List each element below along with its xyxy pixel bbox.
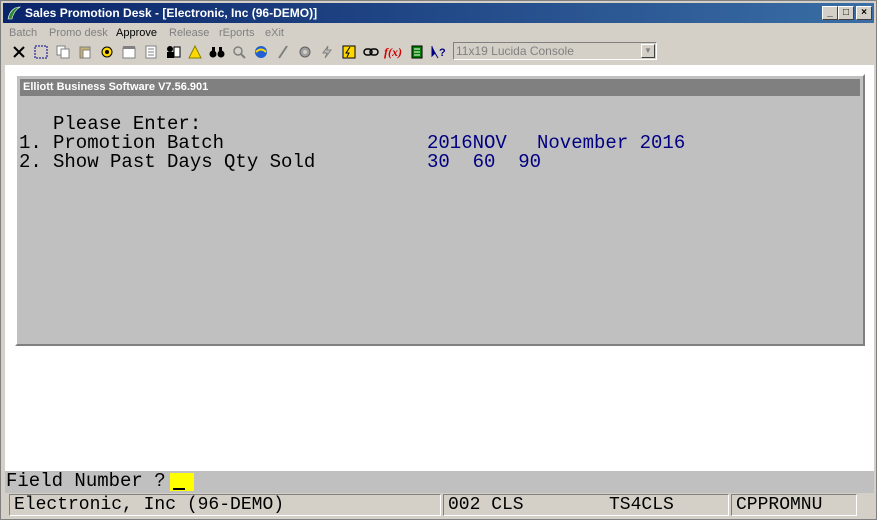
- lightning-icon[interactable]: [317, 42, 337, 62]
- field-2-value[interactable]: 30 60 90: [427, 153, 541, 172]
- exit-icon[interactable]: [9, 42, 29, 62]
- calc-icon[interactable]: [339, 42, 359, 62]
- minimize-button[interactable]: _: [822, 6, 838, 20]
- pen-icon[interactable]: [273, 42, 293, 62]
- font-selector[interactable]: 11x19 Lucida Console ▼: [453, 42, 657, 60]
- title-bar[interactable]: Sales Promotion Desk - [Electronic, Inc …: [3, 3, 874, 23]
- select-icon[interactable]: [31, 42, 51, 62]
- field-2-number: 2.: [19, 151, 42, 173]
- menu-release[interactable]: Release: [169, 24, 209, 42]
- chevron-down-icon[interactable]: ▼: [641, 44, 655, 58]
- users-icon[interactable]: [163, 42, 183, 62]
- maximize-button[interactable]: □: [838, 6, 854, 20]
- menu-approve[interactable]: Approve: [116, 24, 157, 42]
- menu-batch[interactable]: Batch: [9, 24, 37, 42]
- status-bar: Electronic, Inc (96-DEMO) 002 CLS TS4CLS…: [5, 493, 874, 517]
- menu-exit[interactable]: eXit: [265, 24, 284, 42]
- link-icon[interactable]: [361, 42, 381, 62]
- toolbar: f(x) ?: [3, 41, 874, 63]
- svg-text:?: ?: [439, 47, 446, 59]
- field-2-label[interactable]: Show Past Days Qty Sold: [53, 153, 315, 172]
- field-1-description: November 2016: [537, 132, 686, 154]
- paste-icon[interactable]: [75, 42, 95, 62]
- status-company: Electronic, Inc (96-DEMO): [9, 494, 441, 516]
- settings-icon[interactable]: [97, 42, 117, 62]
- field-number-prompt: Field Number ?: [6, 470, 178, 492]
- panel-header: Elliott Business Software V7.56.901: [20, 79, 860, 96]
- app-icon: [6, 5, 22, 21]
- status-terminal: TS4CLS: [609, 495, 674, 515]
- status-code: 002 CLS: [443, 494, 729, 516]
- book-icon[interactable]: [407, 42, 427, 62]
- app-window: Sales Promotion Desk - [Electronic, Inc …: [0, 0, 877, 520]
- help-icon[interactable]: ?: [429, 42, 449, 62]
- gear-icon[interactable]: [295, 42, 315, 62]
- menu-reports[interactable]: rEports: [219, 24, 254, 42]
- status-program: CPPROMNU: [731, 494, 857, 516]
- notes-icon[interactable]: [141, 42, 161, 62]
- menu-promo-desk[interactable]: Promo desk: [49, 24, 108, 42]
- function-icon[interactable]: f(x): [383, 42, 403, 62]
- menu-bar: Batch Promo desk Approve Release rEports…: [3, 24, 874, 42]
- web-icon[interactable]: [251, 42, 271, 62]
- copy-icon[interactable]: [53, 42, 73, 62]
- binoculars-icon[interactable]: [207, 42, 227, 62]
- alert-icon[interactable]: [185, 42, 205, 62]
- properties-icon[interactable]: [119, 42, 139, 62]
- font-selector-value: 11x19 Lucida Console: [456, 44, 574, 58]
- text-cursor: [173, 488, 185, 490]
- window-title: Sales Promotion Desk - [Electronic, Inc …: [25, 6, 318, 20]
- magnify-icon[interactable]: [229, 42, 249, 62]
- close-button[interactable]: ×: [856, 6, 872, 20]
